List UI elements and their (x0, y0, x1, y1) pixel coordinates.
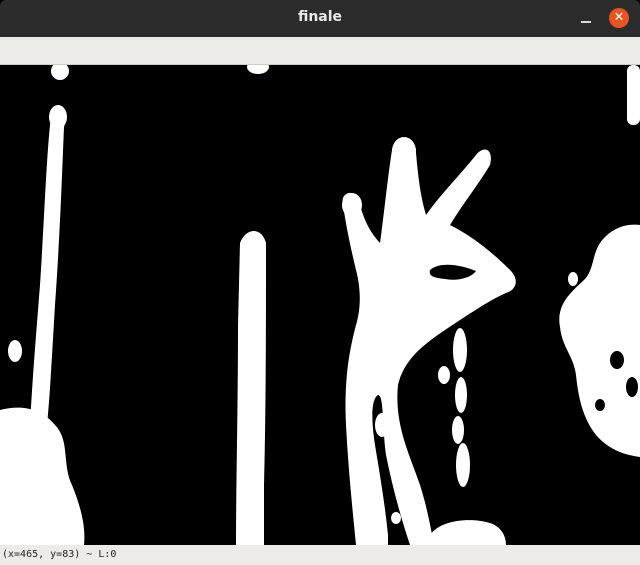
image-canvas[interactable] (0, 65, 640, 545)
title-bar[interactable]: finale ✕ (0, 0, 640, 37)
minimize-button[interactable] (578, 9, 594, 27)
status-bar: (x=465, y=83) ~ L:0 (0, 545, 640, 565)
toolbar (0, 37, 640, 65)
status-text: (x=465, y=83) ~ L:0 (2, 549, 116, 560)
minimize-icon (581, 21, 591, 23)
close-icon: ✕ (613, 10, 625, 25)
window-title: finale (297, 9, 343, 25)
cursor-coordinates: (x=465, y=83) ~ (2, 549, 93, 560)
close-button[interactable]: ✕ (609, 8, 629, 28)
app-window: finale ✕ (x=465, y=83) ~ L:0 (0, 0, 640, 565)
pixel-level: L:0 (98, 549, 117, 560)
binary-mask-image (0, 65, 640, 545)
